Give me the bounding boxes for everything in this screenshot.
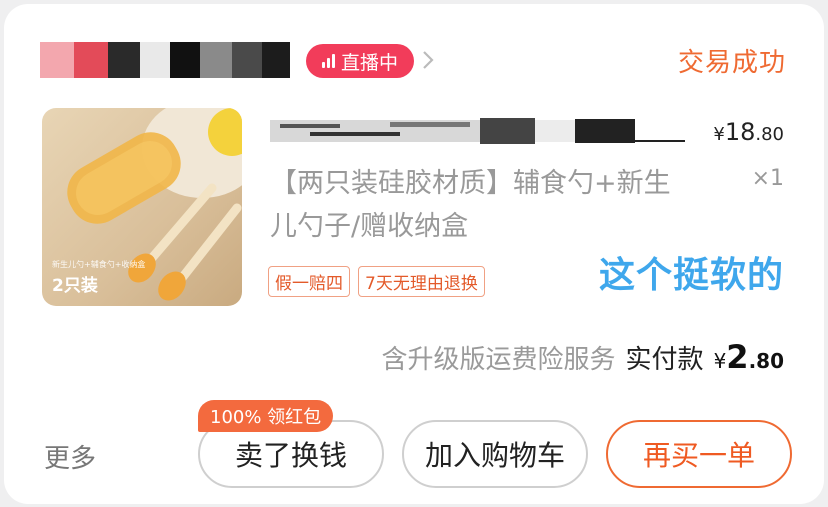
price-dec: .80 (755, 124, 784, 145)
pay-int: 2 (726, 338, 749, 376)
pay-symbol: ¥ (713, 349, 727, 373)
rebuy-button[interactable]: 再买一单 (606, 420, 792, 488)
promo-badge: 100% 领红包 (198, 400, 334, 432)
chevron-right-icon[interactable] (422, 48, 434, 72)
overlay-note: 这个挺软的 (598, 255, 784, 296)
more-link[interactable]: 更多 (44, 438, 96, 475)
product-price: ¥18.80 (713, 118, 784, 146)
product-thumbnail[interactable]: 新生儿勺+辅食勺+收纳盒 2只装 (42, 108, 242, 306)
order-status: 交易成功 (677, 48, 786, 78)
tag-authentic: 假一赔四 (268, 266, 350, 297)
live-badge[interactable]: 直播中 (306, 44, 414, 78)
thumb-caption: 2只装 (52, 276, 98, 296)
service-tags: 假一赔四 7天无理由退换 (268, 266, 485, 297)
order-card: 直播中 交易成功 新生儿勺+辅食勺+收纳盒 2只装 ¥18.80 【两只装硅胶材… (4, 4, 824, 504)
paid-amount: ¥2.80 (714, 338, 784, 376)
price-int: 18 (724, 118, 756, 146)
add-to-cart-button[interactable]: 加入购物车 (402, 420, 588, 488)
live-bars-icon (321, 54, 335, 68)
payment-summary: 含升级版运费险服务 实付款 ¥2.80 (382, 338, 784, 376)
shop-name-redacted[interactable] (40, 42, 290, 78)
paid-label: 实付款 (625, 345, 704, 375)
product-quantity: ×1 (751, 166, 784, 191)
thumb-small-text: 新生儿勺+辅食勺+收纳盒 (52, 260, 146, 269)
live-label: 直播中 (340, 51, 398, 74)
product-title-redacted[interactable] (270, 116, 686, 146)
pay-dec: .80 (748, 349, 784, 373)
insurance-service: 含升级版运费险服务 (381, 345, 616, 375)
price-symbol: ¥ (713, 124, 725, 145)
product-description[interactable]: 【两只装硅胶材质】辅食勺+新生儿勺子/赠收纳盒 (270, 162, 690, 248)
tag-return: 7天无理由退换 (358, 266, 485, 297)
